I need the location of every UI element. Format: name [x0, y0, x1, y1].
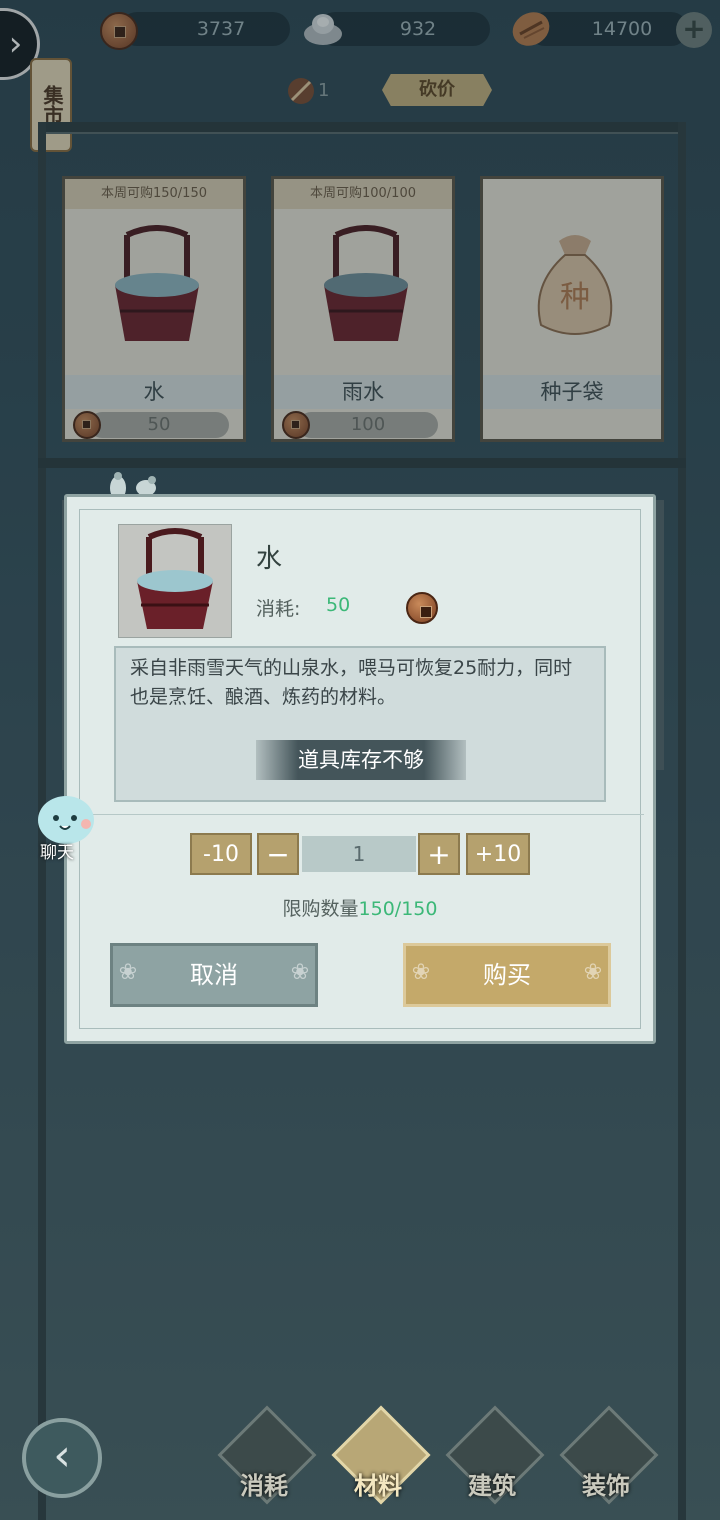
tab-buildings[interactable]: 建筑 — [445, 1405, 545, 1505]
tab-consumables[interactable]: 消耗 — [217, 1405, 317, 1505]
back-button[interactable]: ‹ — [22, 1418, 102, 1498]
cancel-button[interactable]: ❀ 取消 ❀ — [110, 943, 318, 1007]
plus-button[interactable]: + — [418, 833, 460, 875]
chevron-left-icon: ‹ — [53, 1430, 71, 1481]
minus-button[interactable]: − — [257, 833, 299, 875]
item-thumbnail — [118, 524, 232, 638]
flower-ornament-icon: ❀ — [290, 960, 310, 985]
copper-coin-icon — [406, 592, 438, 624]
item-title: 水 — [256, 544, 283, 574]
tab-label: 材料 — [354, 1471, 402, 1500]
minus-ten-button[interactable]: -10 — [190, 833, 252, 875]
item-description: 采自非雨雪天气的山泉水，喂马可恢复25耐力，同时也是烹饪、酿酒、炼药的材料。 — [130, 657, 573, 708]
purchase-limit: 限购数量150/150 — [0, 894, 720, 921]
chat-button[interactable]: 聊天 — [36, 794, 100, 863]
cost-value: 50 — [326, 594, 351, 616]
tab-label: 装饰 — [582, 1471, 630, 1500]
cost-label: 消耗: — [256, 598, 301, 620]
divider — [76, 814, 644, 815]
flower-ornament-icon: ❀ — [118, 960, 138, 985]
buy-button[interactable]: ❀ 购买 ❀ — [403, 943, 611, 1007]
chat-label: 聊天 — [40, 843, 74, 863]
insufficient-stock-notice: 道具库存不够 — [256, 740, 466, 780]
flower-ornament-icon: ❀ — [411, 960, 431, 985]
purchase-limit-value: 150/150 — [358, 898, 438, 920]
buy-label: 购买 — [483, 961, 531, 989]
tab-label: 消耗 — [240, 1471, 288, 1500]
cancel-label: 取消 — [190, 961, 238, 989]
tab-materials[interactable]: 材料 — [331, 1405, 431, 1505]
plus-ten-button[interactable]: +10 — [466, 833, 530, 875]
purchase-limit-label: 限购数量 — [282, 898, 359, 920]
tab-label: 建筑 — [468, 1471, 516, 1500]
quantity-input[interactable]: 1 — [302, 836, 416, 872]
flower-ornament-icon: ❀ — [583, 960, 603, 985]
tab-decorations[interactable]: 装饰 — [559, 1405, 659, 1505]
